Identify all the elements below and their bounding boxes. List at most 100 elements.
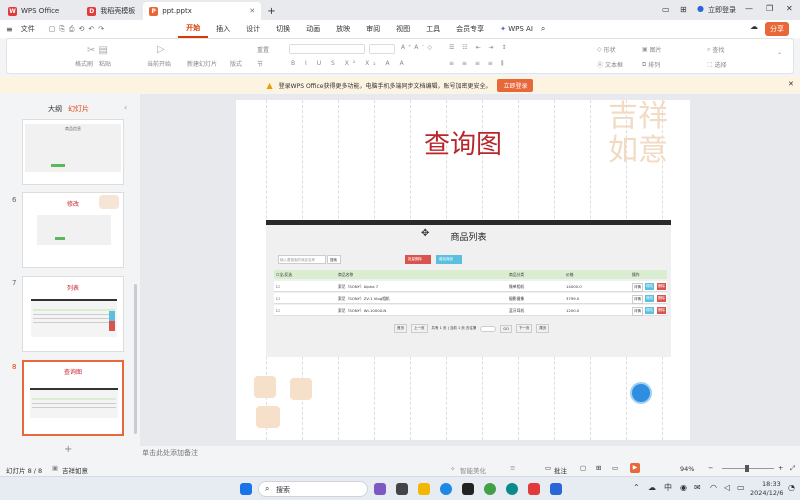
paste-button[interactable]: 粘贴 [99, 59, 111, 68]
tab-ppt[interactable]: P ppt.pptx ✕ [143, 2, 262, 20]
section-button[interactable]: 节 [257, 59, 263, 68]
panel-scrollbar[interactable] [134, 284, 137, 434]
menu-file[interactable]: 文件 [13, 20, 43, 38]
font-name-select[interactable] [289, 44, 365, 54]
menu-member[interactable]: 会员专享 [448, 20, 492, 38]
close-window-icon[interactable]: ✕ [786, 4, 793, 13]
edit-button[interactable]: 修改 [645, 283, 654, 290]
play-slideshow-icon[interactable]: ▶ [630, 463, 640, 473]
embedded-screenshot[interactable]: 商品列表 ✥ 输入要搜索的商品名称 搜索 批量删除 增加商品 ☐全/反选 商品名… [266, 220, 671, 357]
share-button[interactable]: 分享 [765, 22, 789, 36]
play-current-button[interactable]: 当前开始 [147, 59, 171, 68]
clock-date[interactable]: 2024/12/6 [750, 489, 783, 497]
text-format-icons[interactable]: B I U S X² X₂ A A [291, 60, 408, 67]
page-input[interactable] [480, 325, 497, 332]
row-checkbox[interactable]: ☐ [276, 296, 280, 301]
zoom-slider-handle[interactable] [745, 465, 749, 472]
row-checkbox[interactable]: ☐ [276, 284, 280, 289]
find-button[interactable]: ⌕ 查找 [707, 45, 724, 55]
reading-view-icon[interactable]: ▭ [612, 464, 618, 472]
font-size-icons[interactable]: A⁺A⁻◇ [401, 44, 435, 51]
menu-tools[interactable]: 工具 [418, 20, 448, 38]
tray-icon[interactable]: ◉ [680, 483, 687, 492]
menu-wps-ai[interactable]: ✦ WPS AI [492, 20, 541, 38]
menu-insert[interactable]: 插入 [208, 20, 238, 38]
normal-view-icon[interactable]: ▢ [580, 464, 586, 472]
add-product-button[interactable]: 增加商品 [436, 255, 462, 264]
grid-icon[interactable]: ⊞ [680, 5, 687, 14]
ribbon-collapse-icon[interactable]: ⌃ [777, 52, 782, 59]
tab-template[interactable]: D 我稻壳模板 [81, 2, 141, 20]
menu-view[interactable]: 视图 [388, 20, 418, 38]
quick-access-icons[interactable]: ▢⎘⎙⟲↶↷ [49, 25, 108, 34]
slides-tab[interactable]: 幻灯片 [68, 104, 89, 114]
fit-window-icon[interactable]: ⤢ [790, 464, 795, 473]
collapse-panel-icon[interactable]: ‹ [124, 103, 127, 112]
battery-icon[interactable]: ▭ [737, 483, 745, 492]
delete-button[interactable]: 删除 [657, 283, 666, 290]
textbox-button[interactable]: Ⓐ 文本框 [597, 60, 623, 69]
search-button[interactable]: 搜索 [327, 255, 341, 264]
search-input[interactable]: 输入要搜索的商品名称 [278, 255, 326, 264]
slide-thumbnail[interactable]: 商品信息 [22, 119, 124, 185]
smart-beautify-button[interactable]: 智能美化 [460, 465, 486, 475]
first-page-button[interactable]: 首页 [394, 324, 407, 333]
windows-start-icon[interactable] [240, 483, 252, 495]
table-row[interactable]: ☐ 索尼（SONY）ZV-1 Vlog相机 摄影摄像 3799.0 详情 修改 … [274, 293, 667, 304]
slide-canvas[interactable]: 吉祥 如意 查询图 商品列表 ✥ 输入要搜索的商品名称 搜索 批量删除 增加商品 … [236, 100, 690, 440]
delete-button[interactable]: 删除 [657, 295, 666, 302]
layout-icon[interactable]: ▭ [662, 5, 670, 14]
clock-time[interactable]: 18:33 [762, 480, 781, 488]
cloud-icon[interactable]: ☁ [750, 22, 758, 31]
list-icons[interactable]: ☰ ☷ ⇤ ⇥ ↕ [449, 44, 509, 51]
arrange-button[interactable]: ⧉ 排列 [642, 60, 660, 70]
select-all-label[interactable]: ☐全/反选 [276, 272, 292, 278]
last-page-button[interactable]: 尾页 [536, 324, 550, 333]
hamburger-icon[interactable]: ≡ [6, 25, 13, 34]
outline-tab[interactable]: 大纲 [48, 104, 62, 114]
next-page-button[interactable]: 下一页 [515, 324, 533, 333]
maximize-icon[interactable]: ❐ [766, 4, 773, 13]
volume-icon[interactable]: ◁ [724, 483, 730, 492]
align-icons[interactable]: ≡ ≡ ≡ ≡ ⫼ [449, 60, 507, 68]
format-painter-button[interactable]: 格式刷 [75, 59, 93, 68]
floating-assistant-icon[interactable] [630, 382, 652, 404]
reset-button[interactable]: 重置 [257, 45, 269, 54]
layout-button[interactable]: 版式 [230, 59, 242, 68]
slide-thumbnail[interactable]: 修改 [22, 192, 124, 268]
new-tab-icon[interactable]: + [267, 2, 275, 20]
menu-home[interactable]: 开始 [178, 20, 209, 38]
zoom-out-icon[interactable]: − [708, 464, 713, 472]
tab-wps-office[interactable]: W WPS Office [2, 2, 65, 20]
wifi-icon[interactable]: ◠ [710, 483, 717, 492]
minimize-icon[interactable]: — [745, 4, 753, 13]
widgets-icon[interactable] [374, 483, 386, 495]
sorter-view-icon[interactable]: ⊞ [596, 464, 601, 472]
row-checkbox[interactable]: ☐ [276, 308, 280, 313]
menu-review[interactable]: 审阅 [358, 20, 388, 38]
tray-icon[interactable]: ✉ [694, 483, 701, 492]
slide-thumbnail-selected[interactable]: 查询图 [22, 360, 124, 436]
canvas-scrollbar[interactable] [792, 96, 796, 436]
wps-taskbar-icon[interactable] [528, 483, 540, 495]
annotate-button[interactable]: 批注 [554, 465, 567, 475]
slide-thumbnail[interactable]: 列表 [22, 276, 124, 352]
picture-button[interactable]: ▣ 图片 [642, 45, 662, 54]
login-link[interactable]: 立即登录 [708, 5, 736, 15]
font-size-select[interactable] [369, 44, 395, 54]
app-icon[interactable] [550, 483, 562, 495]
add-slide-icon[interactable]: + [64, 444, 72, 455]
ime-indicator[interactable]: 中 [664, 482, 672, 493]
tray-icon[interactable]: ☁ [648, 483, 656, 492]
batch-delete-button[interactable]: 批量删除 [405, 255, 431, 264]
menu-design[interactable]: 设计 [238, 20, 268, 38]
shape-button[interactable]: ◇ 形状 [597, 45, 616, 54]
menu-transition[interactable]: 切换 [268, 20, 298, 38]
detail-button[interactable]: 详情 [632, 307, 643, 316]
tab-close-icon[interactable]: ✕ [249, 7, 255, 15]
prev-page-button[interactable]: 上一页 [411, 324, 428, 333]
table-row[interactable]: ☐ 索尼（SONY）WI-1000X-N 蓝牙耳机 1200.0 详情 修改 删… [274, 305, 667, 316]
table-row[interactable]: ☐ 索尼（SONY）Alpha 7 微单相机 14000.0 详情 修改 删除 [274, 281, 667, 292]
zoom-level[interactable]: 94% [680, 465, 694, 473]
delete-button[interactable]: 删除 [657, 307, 666, 314]
